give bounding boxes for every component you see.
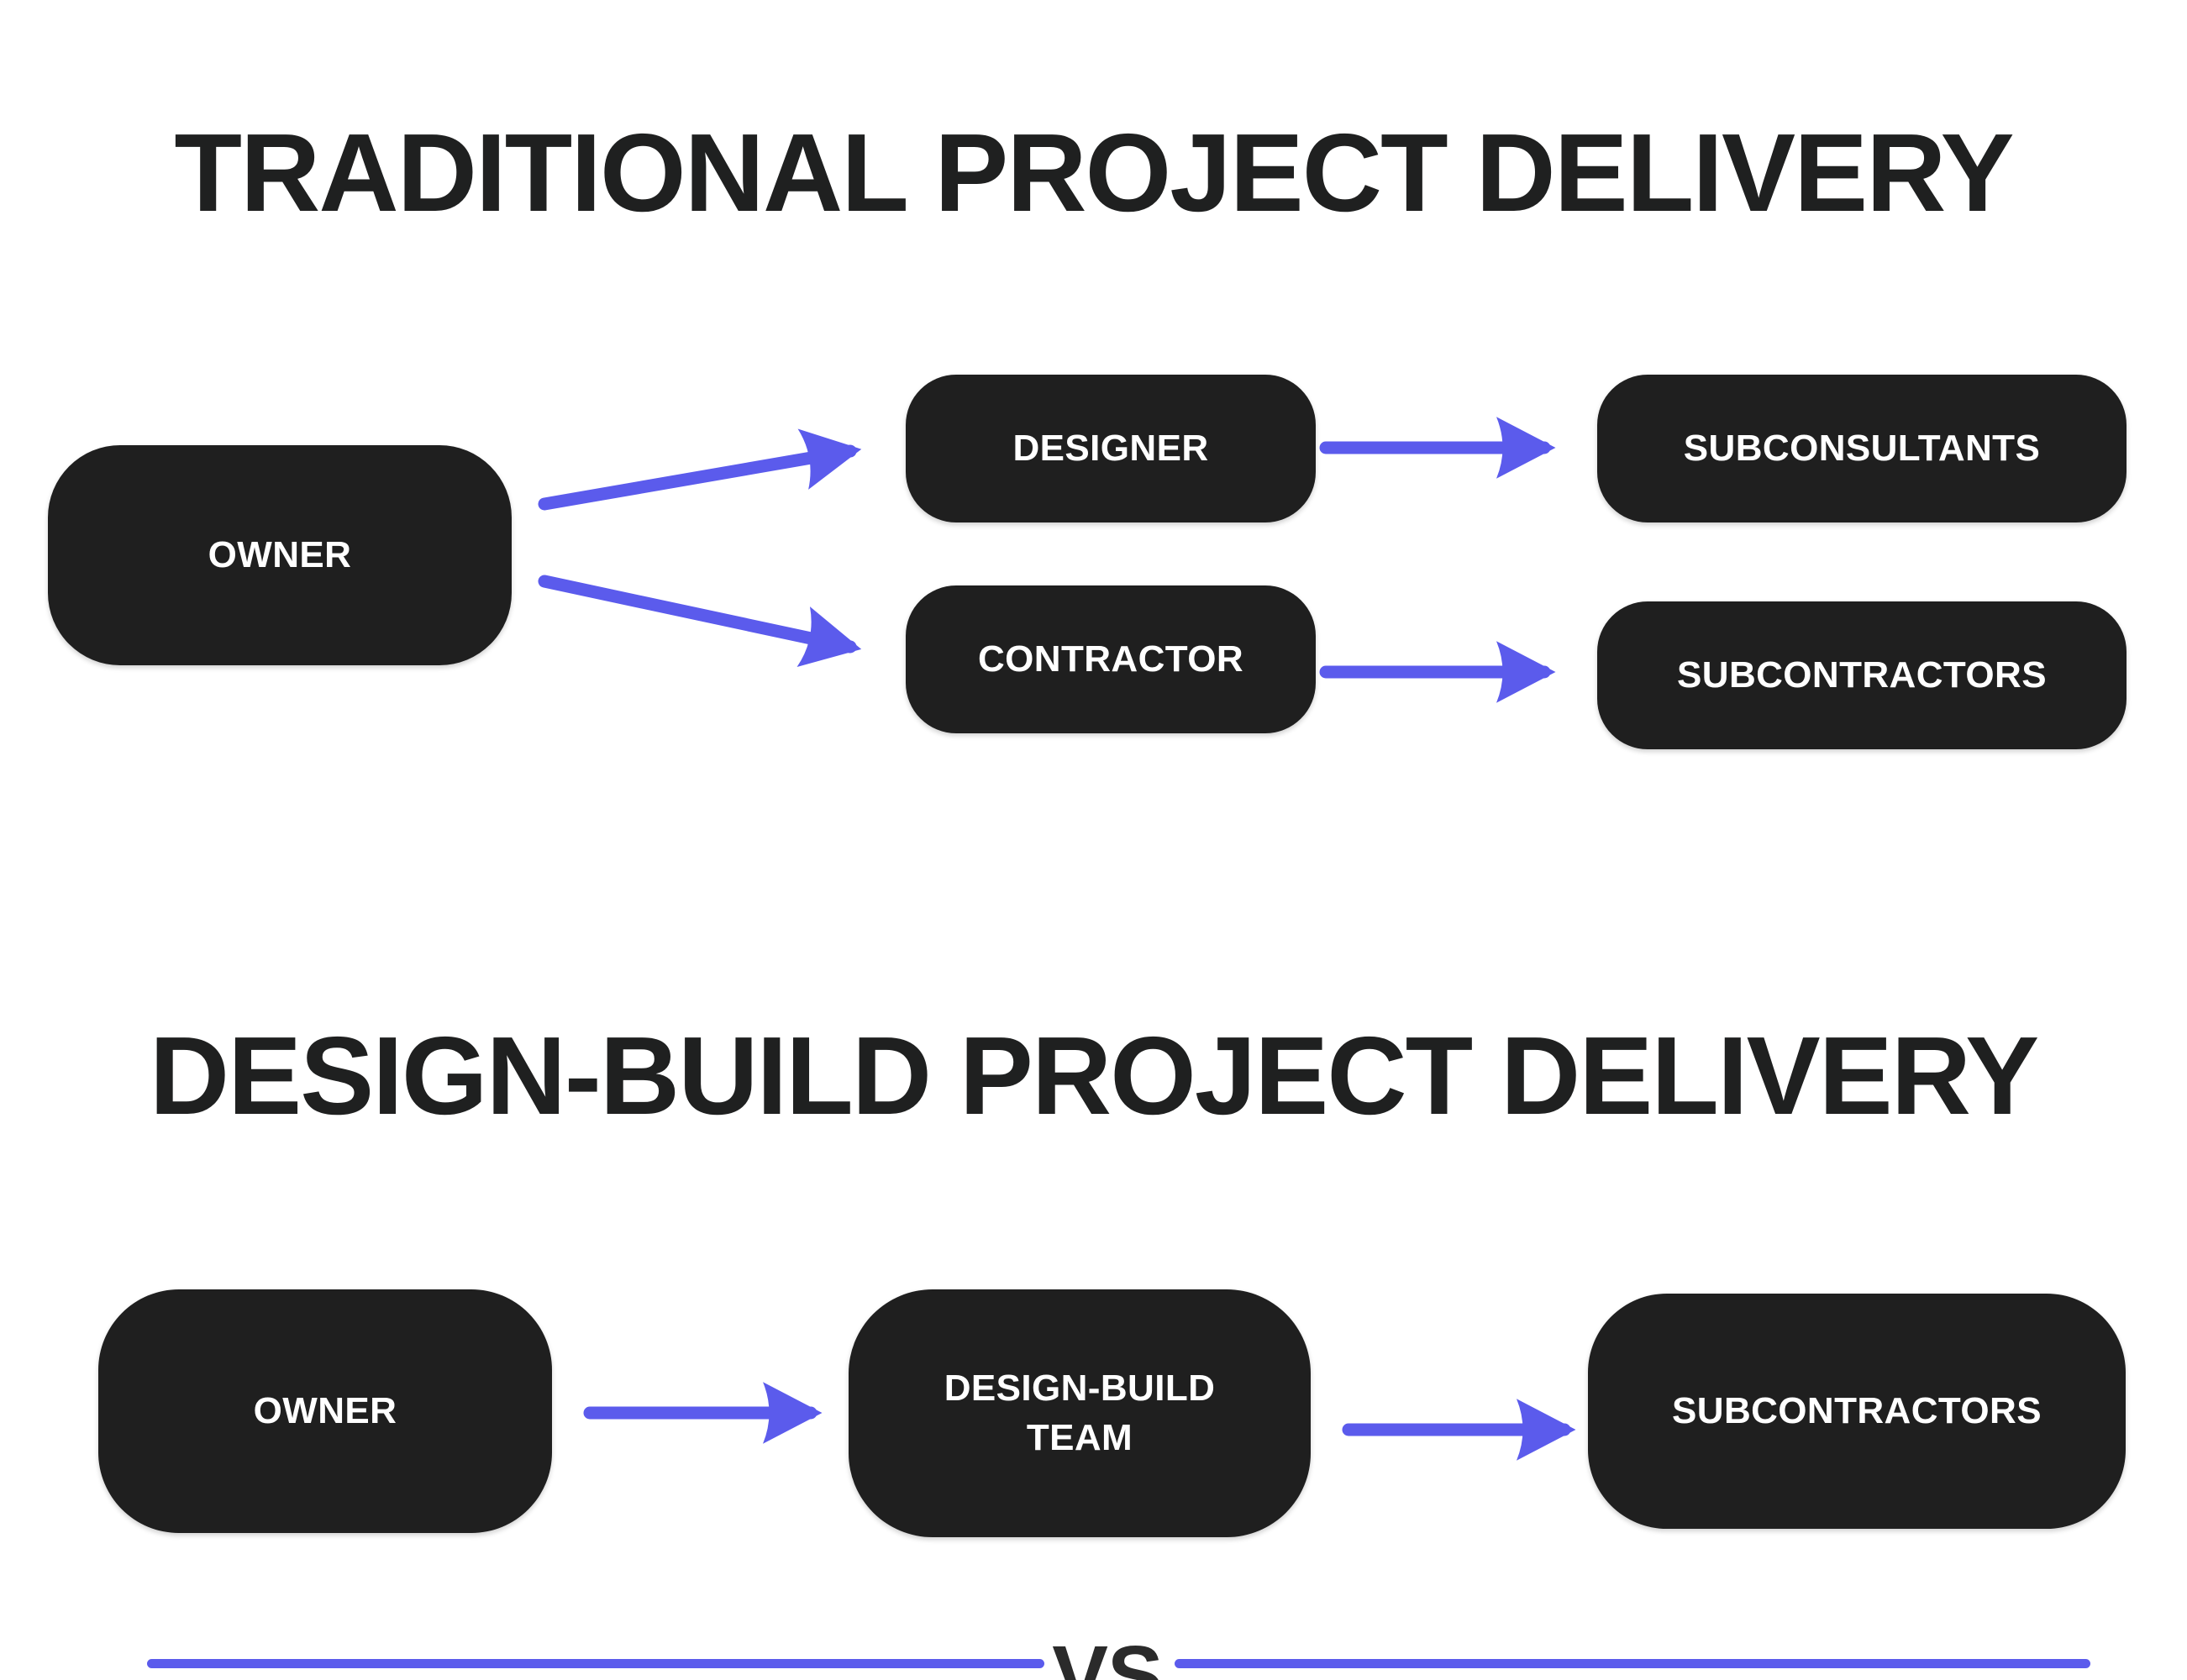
node-subconsultants-label: SUBCONSULTANTS bbox=[1683, 427, 2041, 469]
node-designer-label: DESIGNER bbox=[1012, 427, 1209, 469]
node-owner-design-build: OWNER bbox=[98, 1289, 552, 1533]
vs-label: VS bbox=[1052, 1629, 1163, 1680]
arrow-owner-to-designer bbox=[538, 428, 862, 511]
node-subconsultants: SUBCONSULTANTS bbox=[1597, 375, 2127, 522]
node-designer: DESIGNER bbox=[906, 375, 1316, 522]
divider-line-right bbox=[1175, 1659, 2090, 1668]
node-owner-traditional: OWNER bbox=[48, 445, 512, 665]
node-contractor: CONTRACTOR bbox=[906, 585, 1316, 733]
node-subcontractors-design-build-label: SUBCONTRACTORS bbox=[1672, 1389, 2042, 1431]
divider-line-left bbox=[147, 1659, 1044, 1668]
arrow-owner-to-contractor bbox=[538, 575, 862, 667]
page-title-traditional: TRADITIONAL PROJECT DELIVERY bbox=[174, 111, 2014, 234]
node-design-build-team: DESIGN-BUILD TEAM bbox=[849, 1289, 1311, 1537]
node-design-build-team-label-line2: TEAM bbox=[1026, 1416, 1133, 1458]
node-design-build-team-label-line1: DESIGN-BUILD bbox=[944, 1368, 1216, 1410]
node-subcontractors-traditional-label: SUBCONTRACTORS bbox=[1677, 654, 2047, 696]
node-contractor-label: CONTRACTOR bbox=[977, 638, 1244, 680]
node-design-build-team-label: DESIGN-BUILD TEAM bbox=[933, 1364, 1228, 1462]
node-subcontractors-traditional: SUBCONTRACTORS bbox=[1597, 601, 2127, 749]
node-owner-design-build-label: OWNER bbox=[253, 1389, 397, 1431]
diagram-canvas: TRADITIONAL PROJECT DELIVERY OWNER DESIG… bbox=[0, 0, 2187, 1680]
node-owner-traditional-label: OWNER bbox=[208, 533, 352, 575]
vs-divider: VS bbox=[0, 806, 2187, 1680]
page-title-design-build: DESIGN-BUILD PROJECT DELIVERY bbox=[149, 1014, 2039, 1137]
node-subcontractors-design-build: SUBCONTRACTORS bbox=[1588, 1294, 2126, 1529]
